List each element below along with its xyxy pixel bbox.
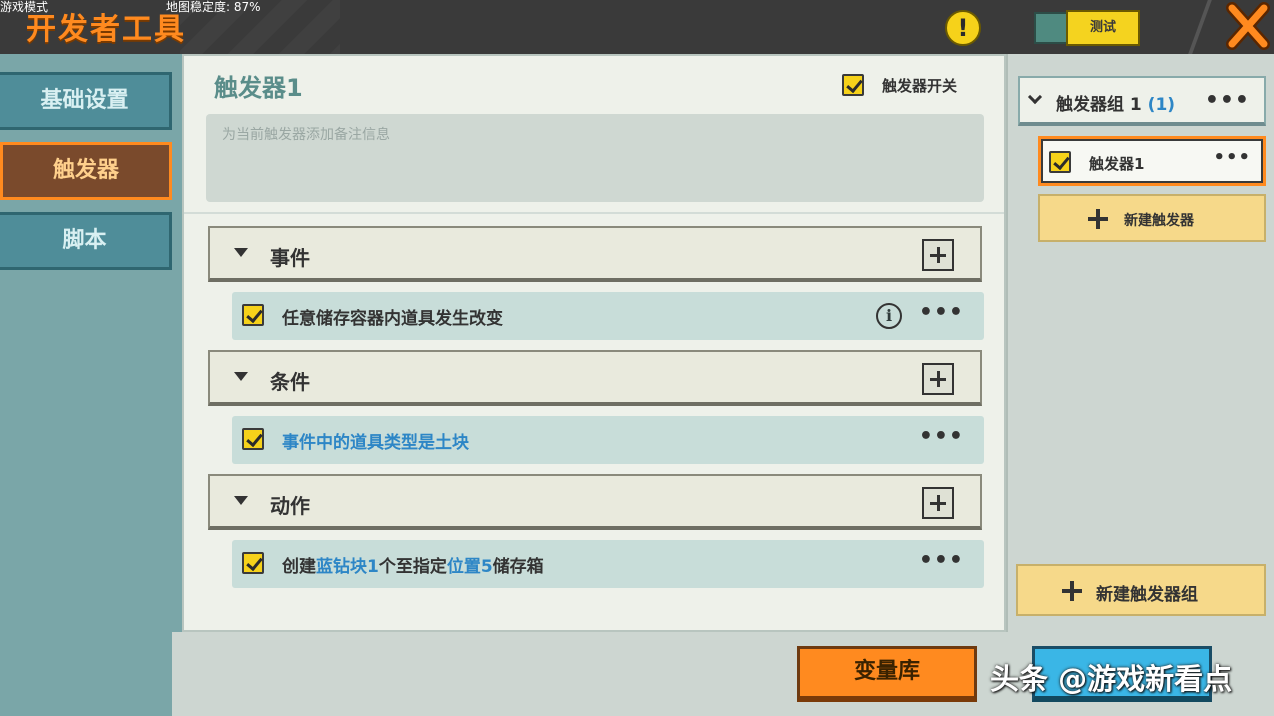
divider	[184, 212, 1004, 214]
trigger-title: 触发器1	[214, 74, 303, 102]
collapse-triangle-icon[interactable]	[234, 248, 248, 257]
condition-section-label: 条件	[270, 370, 310, 394]
action-text-part: 个至指定	[378, 557, 447, 577]
action-param-position[interactable]: 位置5	[447, 557, 493, 577]
trigger-group-label: 触发器组 1 (1)	[1056, 90, 1175, 115]
plus-icon	[1062, 581, 1082, 601]
event-checkbox[interactable]	[242, 304, 264, 326]
add-event-button[interactable]	[922, 239, 954, 271]
new-trigger-group-label: 新建触发器组	[1096, 585, 1198, 605]
condition-section-header[interactable]: 条件	[208, 350, 982, 406]
variable-library-button[interactable]: 变量库	[797, 646, 977, 702]
tab-basic-settings[interactable]: 基础设置	[0, 72, 172, 130]
close-icon[interactable]	[1226, 2, 1270, 50]
chevron-down-icon[interactable]	[1027, 89, 1043, 105]
new-trigger-group-button[interactable]: 新建触发器组	[1016, 564, 1266, 616]
trigger-group-count: (1)	[1147, 95, 1176, 115]
left-tab-column: 基础设置 触发器 脚本	[0, 54, 172, 716]
trigger-note-input[interactable]: 为当前触发器添加备注信息	[206, 114, 984, 202]
page-title: 开发者工具	[26, 12, 186, 47]
event-row[interactable]: 任意储存容器内道具发生改变 i •••	[232, 292, 984, 340]
test-button[interactable]: 测试	[1066, 10, 1140, 46]
condition-row[interactable]: 事件中的道具类型是土块 •••	[232, 416, 984, 464]
trigger-list-panel: 触发器组 1 (1) ••• 触发器1 ••• 新建触发器 新建触发器组	[1006, 54, 1274, 632]
action-section-header[interactable]: 动作	[208, 474, 982, 530]
action-checkbox[interactable]	[242, 552, 264, 574]
more-icon[interactable]: •••	[1213, 147, 1251, 168]
add-condition-button[interactable]	[922, 363, 954, 395]
trigger-group-name: 触发器组 1	[1056, 95, 1142, 115]
action-section-label: 动作	[270, 494, 310, 518]
info-icon[interactable]: i	[876, 303, 902, 329]
action-text: 创建蓝钻块1个至指定位置5储存箱	[282, 552, 544, 577]
test-toggle-track[interactable]	[1034, 12, 1068, 44]
condition-text: 事件中的道具类型是土块	[282, 428, 469, 453]
header-divider	[1188, 0, 1212, 54]
plus-icon	[1088, 209, 1108, 229]
trigger-switch-label: 触发器开关	[882, 76, 958, 95]
add-action-button[interactable]	[922, 487, 954, 519]
top-bar: 游戏模式 地图稳定度: 87% 开发者工具 ! 测试	[0, 0, 1274, 54]
condition-text-highlight[interactable]: 事件中的道具类型是土块	[282, 433, 469, 453]
more-icon[interactable]: •••	[919, 548, 964, 573]
trigger-list-item[interactable]: 触发器1 •••	[1038, 136, 1266, 186]
more-icon[interactable]: •••	[919, 424, 964, 449]
more-icon[interactable]: •••	[1205, 88, 1250, 113]
collapse-triangle-icon[interactable]	[234, 372, 248, 381]
more-icon[interactable]: •••	[919, 300, 964, 325]
tab-triggers[interactable]: 触发器	[0, 142, 172, 200]
action-row[interactable]: 创建蓝钻块1个至指定位置5储存箱 •••	[232, 540, 984, 588]
watermark: 头条 @游戏新看点	[990, 662, 1233, 696]
new-trigger-label: 新建触发器	[1124, 213, 1194, 229]
new-trigger-button[interactable]: 新建触发器	[1038, 194, 1266, 242]
event-text: 任意储存容器内道具发生改变	[282, 309, 503, 329]
event-section-header[interactable]: 事件	[208, 226, 982, 282]
action-param-block[interactable]: 蓝钻块	[316, 557, 367, 577]
tab-scripts[interactable]: 脚本	[0, 212, 172, 270]
trigger-item-checkbox[interactable]	[1049, 151, 1071, 173]
warning-icon[interactable]: !	[945, 10, 981, 46]
event-section-label: 事件	[270, 246, 310, 270]
trigger-editor-panel: 触发器1 触发器开关 为当前触发器添加备注信息 事件 任意储存容器内道具发生改变…	[182, 54, 1006, 632]
trigger-switch[interactable]: 触发器开关	[842, 74, 957, 96]
action-param-count[interactable]: 1	[367, 557, 379, 577]
trigger-item-label: 触发器1	[1089, 155, 1145, 173]
trigger-switch-checkbox[interactable]	[842, 74, 864, 96]
trigger-group-header[interactable]: 触发器组 1 (1) •••	[1018, 76, 1266, 126]
action-text-part: 创建	[282, 557, 316, 577]
action-text-part: 储存箱	[492, 557, 544, 577]
collapse-triangle-icon[interactable]	[234, 496, 248, 505]
condition-checkbox[interactable]	[242, 428, 264, 450]
